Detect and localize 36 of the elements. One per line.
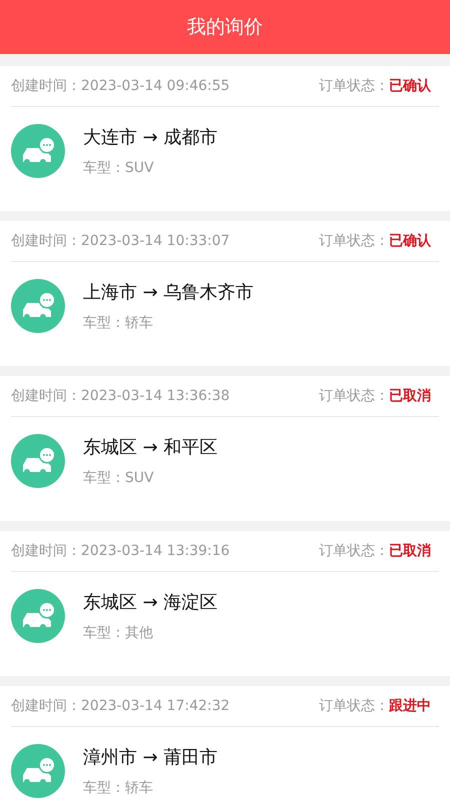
car-type: 车型：SUV — [83, 159, 155, 177]
created-time: 创建时间：2023-03-14 13:39:16 — [11, 542, 230, 560]
car-chat-icon — [11, 279, 65, 333]
created-time: 创建时间：2023-03-14 13:36:38 — [11, 387, 230, 405]
order-status: 已取消 — [389, 387, 431, 405]
car-type: 车型：SUV — [83, 469, 155, 487]
status-label: 订单状态： — [319, 232, 389, 250]
car-type: 车型：轿车 — [83, 779, 154, 797]
car-chat-icon — [11, 589, 65, 643]
route-text: 上海市 → 乌鲁木齐市 — [83, 281, 254, 304]
car-chat-icon — [11, 124, 65, 178]
order-card[interactable]: 创建时间：2023-03-14 13:39:16 订单状态：已取消 东城区 → 海淀区 车型：其他 — [0, 531, 450, 676]
order-card[interactable]: 创建时间：2023-03-14 13:36:38 订单状态：已取消 东城区 → 和平区 车型：SUV — [0, 376, 450, 521]
order-card[interactable]: 创建时间：2023-03-14 09:46:55 订单状态：已确认 大连市 → 成都市 车型：SUV — [0, 66, 450, 211]
order-status: 已确认 — [389, 232, 431, 250]
order-status: 跟进中 — [389, 697, 431, 715]
order-status: 已取消 — [389, 542, 431, 560]
order-status: 已确认 — [389, 77, 431, 95]
status-label: 订单状态： — [319, 542, 389, 560]
status-label: 订单状态： — [319, 387, 389, 405]
route-text: 东城区 → 和平区 — [83, 436, 218, 459]
route-text: 大连市 → 成都市 — [83, 126, 218, 149]
status-label: 订单状态： — [319, 77, 389, 95]
order-card[interactable]: 创建时间：2023-03-14 17:42:32 订单状态：跟进中 漳州市 → 莆田市 车型：轿车 — [0, 686, 450, 800]
created-time: 创建时间：2023-03-14 09:46:55 — [11, 77, 230, 95]
car-type: 车型：轿车 — [83, 314, 154, 332]
order-card[interactable]: 创建时间：2023-03-14 10:33:07 订单状态：已确认 上海市 → 乌鲁木齐市 车型：轿车 — [0, 221, 450, 366]
created-time: 创建时间：2023-03-14 17:42:32 — [11, 697, 230, 715]
car-type: 车型：其他 — [83, 624, 154, 642]
car-chat-icon — [11, 744, 65, 798]
route-text: 东城区 → 海淀区 — [83, 591, 218, 614]
car-chat-icon — [11, 434, 65, 488]
status-label: 订单状态： — [319, 697, 389, 715]
page-title: 我的询价 — [187, 15, 263, 40]
route-text: 漳州市 → 莆田市 — [83, 746, 218, 769]
created-time: 创建时间：2023-03-14 10:33:07 — [11, 232, 230, 250]
